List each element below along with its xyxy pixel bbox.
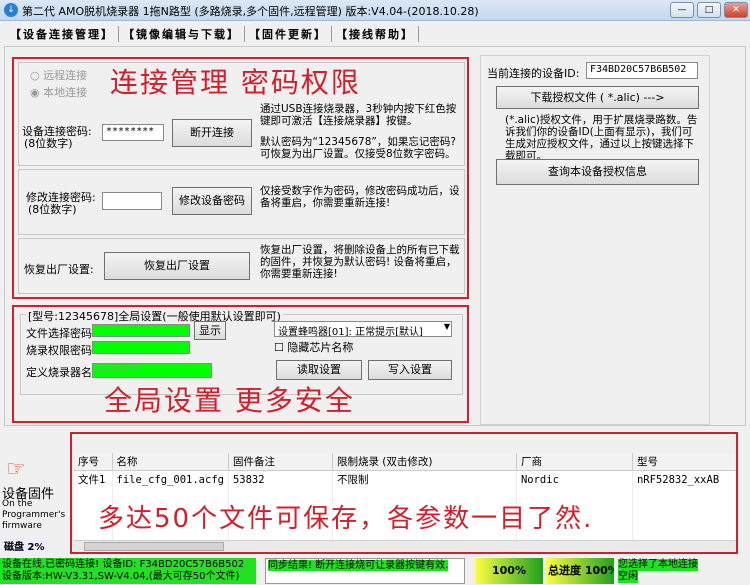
current-progress: 100%	[475, 558, 543, 584]
device-id-field[interactable]: F34BD20C57B6B502	[586, 62, 698, 79]
local-connection-radio[interactable]: ◉ 本地连接	[30, 84, 87, 100]
chevron-down-icon: ▼	[443, 322, 450, 331]
cell-index: 文件1	[74, 470, 113, 488]
change-password-help: 仅接受数字作为密码，修改密码成功后，设备将重启，你需要重新连接!	[260, 185, 460, 209]
password-input[interactable]: ********	[102, 124, 164, 141]
hide-chip-label: 隐藏芯片名称	[287, 341, 354, 354]
cell-vendor: Nordic	[516, 470, 633, 488]
firmware-side-sub: On the Programmer's firmware	[2, 499, 66, 531]
global-settings-panel: [型号:12345678]全局设置(一般使用默认设置即可) 文件选择密码: 显示…	[12, 305, 469, 423]
close-button[interactable]: ✕	[724, 2, 748, 18]
burn-password-label: 烧录权限密码:	[26, 344, 96, 357]
table-row[interactable]: 文件1 file_cfg_001.acfg 53832 不限制 Nordic n…	[74, 470, 738, 489]
connect-help: 通过USB连接烧录器，3秒钟内按下红色按键即可激活【连接烧录器】按键。	[260, 103, 457, 127]
cell-name: file_cfg_001.acfg	[112, 470, 229, 488]
default-password-help: 默认密码为“12345678”，如果忘记密码?可恢复为出厂设置。仅接受8位数字密…	[260, 136, 456, 160]
global-settings-legend: [型号:12345678]全局设置(一般使用默认设置即可)	[26, 308, 283, 324]
col-extra[interactable]: 匝	[736, 453, 738, 471]
col-model[interactable]: 型号	[632, 453, 736, 471]
status-mode-text: 您选择了本地连接	[618, 559, 698, 571]
horizontal-scrollbar[interactable]	[74, 540, 736, 552]
write-settings-button[interactable]: 写入设置	[368, 360, 452, 380]
connection-panel: ○ 远程连接 ◉ 本地连接 连接管理 密码权限 设备连接密码: (8位数字) *…	[12, 57, 469, 299]
hide-chip-checkbox[interactable]: ☐ 隐藏芯片名称	[274, 339, 353, 355]
app-logo-icon: ↓	[4, 3, 18, 17]
status-idle-text: 空闲	[618, 571, 638, 583]
read-settings-button[interactable]: 读取设置	[276, 360, 362, 380]
file-password-label: 文件选择密码:	[26, 327, 96, 340]
maximize-button[interactable]: □	[697, 2, 721, 18]
change-password-button[interactable]: 修改设备密码	[172, 187, 252, 215]
tab-bar: 【设备连接管理】 【镜像编辑与下载】 【固件更新】 【接线帮助】	[6, 26, 419, 44]
tab-firmware-update[interactable]: 【固件更新】	[245, 26, 332, 42]
local-label: 本地连接	[43, 86, 88, 99]
tab-device-connection[interactable]: 【设备连接管理】	[6, 26, 119, 42]
cell-model: nRF52832_xxAB	[632, 470, 736, 488]
status-version-line: 设备版本:HW-V3.31,SW-V4.04,(最大可存50个文件)	[2, 571, 240, 582]
device-id-label: 当前连接的设备ID:	[487, 67, 580, 80]
status-sync: 同步结果! 断开连接烧可让录器按键有效.	[265, 558, 465, 584]
remote-connection-radio[interactable]: ○ 远程连接	[30, 67, 87, 83]
disk-usage: 磁盘 2%	[2, 536, 48, 553]
buzzer-select-value: 设置蜂鸣器[01]: 正常提示[默认]	[278, 327, 423, 337]
password-hint: (8位数字)	[24, 137, 73, 150]
firmware-list-panel: 序号 名称 固件备注 限制烧录 (双击修改) 厂商 型号 匝 文件1 file_…	[70, 432, 738, 554]
overlay-firmware-title: 多达50个文件可保存，各参数一目了然.	[98, 504, 594, 534]
col-note[interactable]: 固件备注	[228, 453, 333, 471]
file-password-input[interactable]	[92, 324, 190, 337]
title-bar: ↓ 第二代 AMO脱机烧录器 1拖N路型 (多路烧录,多个固件,远程管理) 版本…	[0, 0, 750, 21]
show-password-button[interactable]: 显示	[194, 321, 226, 340]
cell-limit: 不限制	[332, 470, 517, 488]
col-vendor[interactable]: 厂商	[516, 453, 633, 471]
total-progress: 总进度 100%	[546, 558, 614, 584]
license-help: (*.alic)授权文件，用于扩展烧录路数。告诉我们你的设备ID(上面有显示)，…	[505, 114, 698, 162]
overlay-global-title: 全局设置 更多安全	[104, 384, 355, 417]
query-license-button[interactable]: 查询本设备授权信息	[496, 159, 699, 185]
burn-password-input[interactable]	[92, 341, 190, 354]
programmer-name-label: 定义烧录器名:	[26, 366, 96, 379]
factory-reset-button[interactable]: 恢复出厂设置	[104, 252, 250, 280]
window-title: 第二代 AMO脱机烧录器 1拖N路型 (多路烧录,多个固件,远程管理) 版本:V…	[22, 5, 479, 18]
status-sync-text: 同步结果! 断开连接烧可让录器按键有效.	[268, 560, 449, 571]
col-index[interactable]: 序号	[74, 453, 113, 471]
scrollbar-thumb[interactable]	[84, 542, 224, 551]
overlay-connection-title: 连接管理 密码权限	[110, 66, 361, 99]
download-license-button[interactable]: 下载授权文件 ( *.alic) --->	[496, 86, 699, 109]
factory-reset-help: 恢复出厂设置，将删除设备上的所有已下载的固件，并恢复为默认密码! 设备将重启，你…	[260, 244, 460, 280]
tab-image-edit-download[interactable]: 【镜像编辑与下载】	[119, 26, 245, 42]
remote-label: 远程连接	[43, 69, 88, 82]
status-device-line: 设备在线,已密码连接! 设备ID: F34BD20C57B6B502	[2, 559, 245, 570]
status-mode: 您选择了本地连接 空闲	[616, 558, 706, 584]
table-header: 序号 名称 固件备注 限制烧录 (双击修改) 厂商 型号 匝	[74, 453, 738, 471]
firmware-side-panel: ☞ 设备固件 On the Programmer's firmware	[0, 455, 65, 533]
col-name[interactable]: 名称	[112, 453, 229, 471]
buzzer-select[interactable]: 设置蜂鸣器[01]: 正常提示[默认] ▼	[274, 321, 452, 337]
tab-wiring-help[interactable]: 【接线帮助】	[332, 26, 419, 42]
license-panel: 当前连接的设备ID: F34BD20C57B6B502 下载授权文件 ( *.a…	[480, 55, 710, 425]
pointing-hand-icon: ☞	[6, 457, 26, 482]
status-device: 设备在线,已密码连接! 设备ID: F34BD20C57B6B502 设备版本:…	[0, 558, 256, 584]
cell-extra: 2!	[736, 471, 738, 489]
change-password-hint: (8位数字)	[28, 203, 77, 216]
programmer-name-input[interactable]: 12345678	[92, 363, 212, 378]
new-password-input[interactable]	[102, 192, 162, 210]
cell-note: 53832	[228, 470, 333, 488]
minimize-button[interactable]: —	[670, 2, 694, 18]
col-limit[interactable]: 限制烧录 (双击修改)	[332, 453, 517, 471]
factory-reset-label: 恢复出厂设置:	[24, 263, 94, 276]
disconnect-button[interactable]: 断开连接	[172, 119, 252, 147]
